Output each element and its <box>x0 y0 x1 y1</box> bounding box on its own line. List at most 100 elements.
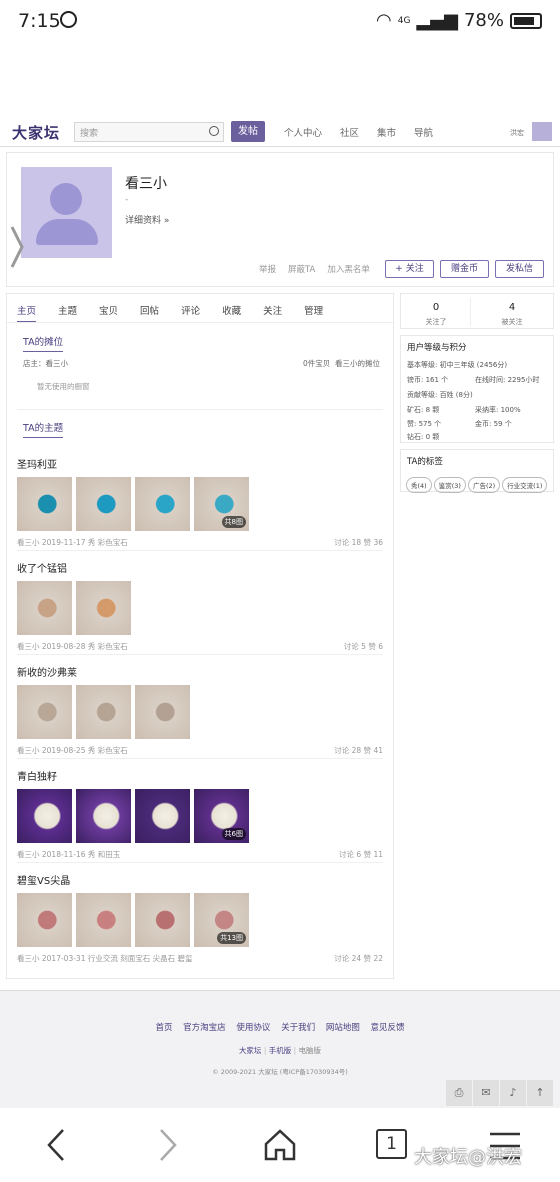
tab-manage[interactable]: 管理 <box>304 303 323 323</box>
status-time: 7:15 <box>18 10 61 32</box>
thread-thumbnails <box>17 685 190 739</box>
footer-home-link[interactable]: 首页 <box>155 1023 172 1033</box>
thread-divider <box>17 550 383 551</box>
nav-market[interactable]: 集市 <box>377 125 396 139</box>
thread-thumbnail[interactable] <box>17 789 72 843</box>
profile-detail-link[interactable]: 详细资料 » <box>125 213 169 226</box>
blacklist-link[interactable]: 加入黑名单 <box>327 263 370 275</box>
thread-title[interactable]: 新收的沙弗莱 <box>17 664 77 679</box>
level-diamond: 钻石: 0 颗 <box>407 433 440 441</box>
post-button[interactable]: 发帖 <box>231 121 265 142</box>
tag-item[interactable]: 广告(2) <box>467 477 501 493</box>
stall-empty: 暂无使用的橱窗 <box>37 382 90 391</box>
search-input[interactable]: 搜索 <box>74 122 224 142</box>
level-online: 在线时间: 2295小时 <box>475 376 540 384</box>
tab-favorites[interactable]: 收藏 <box>222 303 241 323</box>
thread-title[interactable]: 碧玺VS尖晶 <box>17 872 70 887</box>
print-icon[interactable]: ⎙ <box>446 1080 472 1106</box>
thread-thumbnails: 共6图 <box>17 789 249 843</box>
level-coins: 镑币: 161 个 <box>407 376 449 384</box>
thread-thumbnail[interactable]: 共8图 <box>194 477 249 531</box>
thread-meta: 看三小 2018-11-16 秀 和田玉 <box>17 850 121 859</box>
footer-sitemap-link[interactable]: 网站地图 <box>326 1023 360 1033</box>
thread-thumbnail[interactable] <box>76 893 131 947</box>
watermark: 大家坛@洪宏 <box>414 1147 522 1168</box>
block-link[interactable]: 屏蔽TA <box>288 263 315 275</box>
forward-icon[interactable] <box>158 1128 178 1162</box>
tab-items[interactable]: 宝贝 <box>99 303 118 323</box>
footer-sub: 大家坛 | 手机版 | 电脑版 <box>238 1046 322 1055</box>
divider <box>17 409 383 410</box>
footer-mobile-link[interactable]: 手机版 <box>269 1046 292 1055</box>
thread-thumbnail[interactable] <box>17 477 72 531</box>
status-bar: 7:15 ◠ 4G ▂▄▆ 78% <box>0 0 560 44</box>
message-button[interactable]: 发私信 <box>495 260 544 278</box>
image-count-badge: 共6图 <box>221 828 246 840</box>
thread-meta: 看三小 2019-08-25 秀 彩色宝石 <box>17 746 128 755</box>
thread-thumbnail[interactable] <box>76 477 131 531</box>
home-icon[interactable] <box>263 1128 297 1162</box>
profile-card: 看三小 - 详细资料 » 举报 屏蔽TA 加入黑名单 + 关注 赠金币 发私信 <box>6 152 554 287</box>
tab-home[interactable]: 主页 <box>17 303 37 323</box>
thread-thumbnail[interactable] <box>76 581 131 635</box>
following-stat[interactable]: 0 关注了 <box>401 302 471 327</box>
nav-guide[interactable]: 导航 <box>414 125 433 139</box>
thread-title[interactable]: 收了个锰铝 <box>17 560 67 575</box>
thread-thumbnail[interactable] <box>135 789 190 843</box>
follow-stats-card: 0 关注了 4 被关注 <box>400 293 554 329</box>
footer-taobao-link[interactable]: 官方淘宝店 <box>183 1023 226 1033</box>
thread-thumbnail[interactable] <box>135 477 190 531</box>
gift-coin-button[interactable]: 赠金币 <box>440 260 489 278</box>
side-chevron-icon[interactable] <box>10 225 24 269</box>
tag-item[interactable]: 行业交流(1) <box>502 477 548 493</box>
threads-heading: TA的主题 <box>23 420 64 438</box>
followers-stat[interactable]: 4 被关注 <box>471 302 553 327</box>
follow-button[interactable]: + 关注 <box>385 260 434 278</box>
thread-thumbnail[interactable] <box>76 685 131 739</box>
footer-links: 首页 官方淘宝店 使用协议 关于我们 网站地图 意见反馈 <box>0 1021 560 1033</box>
tab-replies[interactable]: 回帖 <box>140 303 159 323</box>
header-username[interactable]: 洪宏 <box>510 128 524 138</box>
back-icon[interactable] <box>46 1128 66 1162</box>
tags-card: TA的标签 秀(4) 鉴赏(3) 广告(2) 行业交流(1) <box>400 449 554 493</box>
header-avatar[interactable] <box>532 122 552 141</box>
thread-thumbnail[interactable] <box>135 685 190 739</box>
stall-count: 0件宝贝 <box>303 359 331 368</box>
thread-thumbnail[interactable] <box>17 581 72 635</box>
thread-thumbnail[interactable]: 共6图 <box>194 789 249 843</box>
back-to-top-icon[interactable]: ↑ <box>527 1080 553 1106</box>
nav-personal-center[interactable]: 个人中心 <box>284 125 322 139</box>
tab-count-button[interactable]: 1 <box>376 1129 407 1159</box>
tag-item[interactable]: 秀(4) <box>406 477 432 493</box>
site-logo[interactable]: 大家坛 <box>12 122 60 143</box>
thread-thumbnail[interactable] <box>135 893 190 947</box>
footer-desktop-link[interactable]: 电脑版 <box>299 1046 322 1055</box>
footer-feedback-link[interactable]: 意见反馈 <box>371 1023 405 1033</box>
footer-about-link[interactable]: 关于我们 <box>281 1023 315 1033</box>
bell-icon[interactable]: ♪ <box>500 1080 526 1106</box>
footer-brand-link[interactable]: 大家坛 <box>239 1046 262 1055</box>
mail-icon[interactable]: ✉ <box>473 1080 499 1106</box>
thread-thumbnail[interactable] <box>17 685 72 739</box>
stall-link[interactable]: 看三小的摊位 <box>335 358 380 369</box>
tab-threads[interactable]: 主题 <box>58 303 77 323</box>
footer-terms-link[interactable]: 使用协议 <box>236 1023 270 1033</box>
tab-comments[interactable]: 评论 <box>181 303 200 323</box>
thread-stats: 讨论 24 赞 22 <box>334 954 383 963</box>
followers-label: 被关注 <box>501 318 523 326</box>
thread-thumbnail[interactable]: 共13图 <box>194 893 249 947</box>
nav-community[interactable]: 社区 <box>340 125 359 139</box>
tab-follows[interactable]: 关注 <box>263 303 282 323</box>
stall-heading: TA的摊位 <box>23 334 64 352</box>
thread-title[interactable]: 青白独籽 <box>17 768 57 783</box>
thread-thumbnail[interactable] <box>17 893 72 947</box>
profile-tabs: 主页 主题 宝贝 回帖 评论 收藏 关注 管理 <box>17 303 323 323</box>
thread-title[interactable]: 圣玛利亚 <box>17 456 57 471</box>
profile-avatar <box>21 167 112 258</box>
floating-tools: ⎙ ✉ ♪ ↑ <box>446 1080 553 1106</box>
tag-item[interactable]: 鉴赏(3) <box>433 477 466 493</box>
search-icon[interactable] <box>209 126 219 136</box>
thread-thumbnail[interactable] <box>76 789 131 843</box>
following-label: 关注了 <box>425 318 447 326</box>
report-link[interactable]: 举报 <box>259 263 276 275</box>
